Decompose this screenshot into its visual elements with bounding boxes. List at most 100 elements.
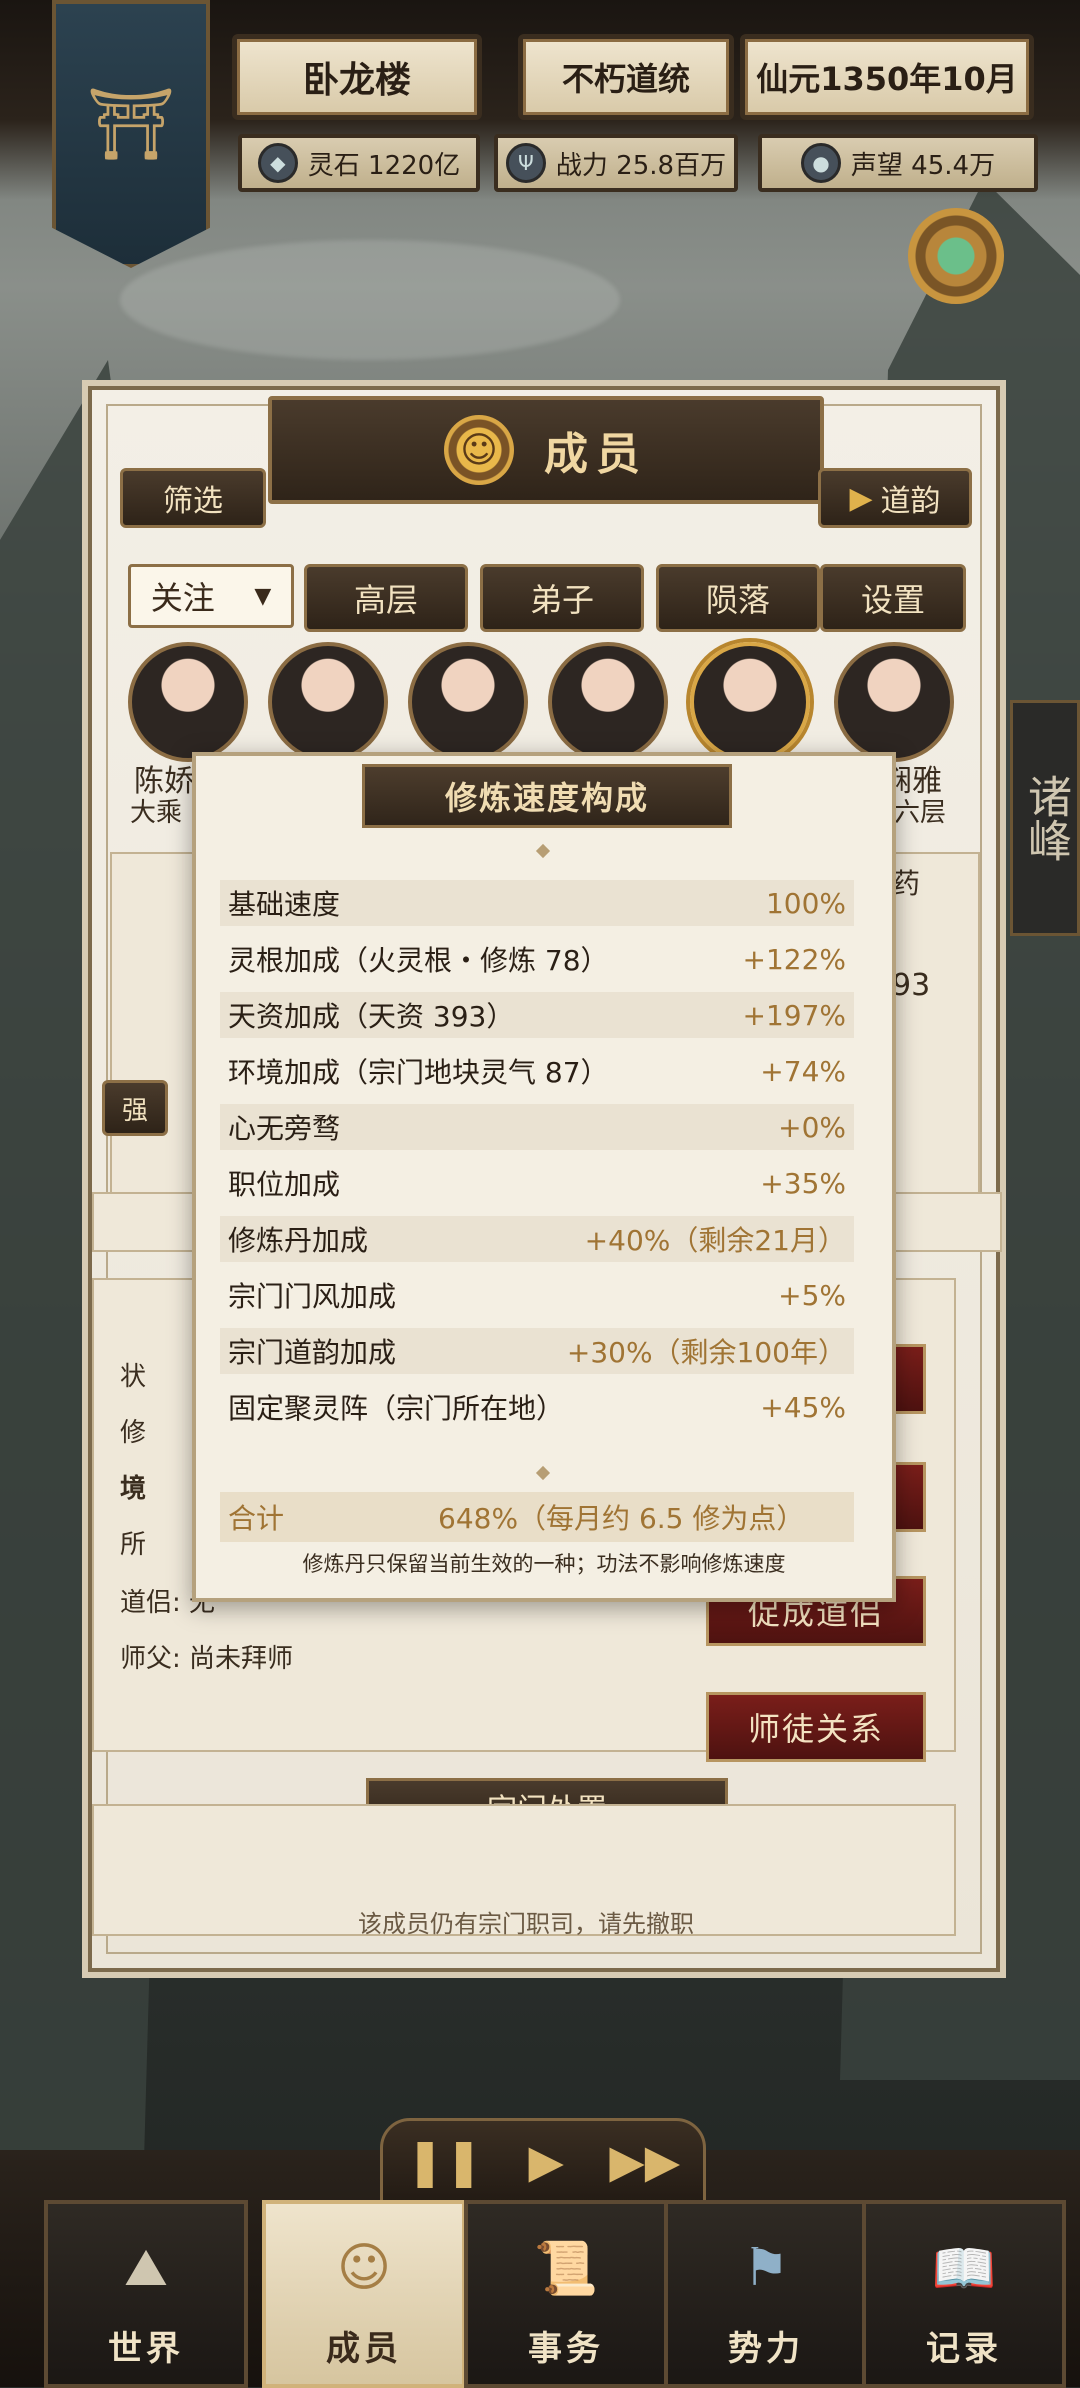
sect-plaque[interactable]: 不朽道统 [518, 34, 734, 120]
nav-label: 世界 [108, 2329, 184, 2369]
speed-row-label: 环境加成（宗门地块灵气 87） [228, 1056, 609, 1089]
speed-row: 天资加成（天资 393） +197% [220, 992, 854, 1038]
flag-icon: ⚑ [742, 2238, 790, 2298]
speed-row-label: 心无旁骛 [228, 1112, 341, 1145]
prestige-value: 声望 45.4万 [850, 150, 996, 181]
tag-fragment: 药 [892, 867, 921, 900]
follow-select[interactable]: 关注 ▼ [128, 564, 294, 628]
speed-row-label: 基础速度 [228, 888, 341, 921]
member-icon: ☺ [336, 2238, 392, 2298]
speed-row-value: +40%（剩余21月） [584, 1224, 846, 1257]
trident-icon: Ψ [505, 143, 546, 183]
panel-header: ☺ 成员 [268, 396, 824, 504]
settings-gear-icon[interactable] [908, 208, 1004, 304]
side-tab-peaks[interactable]: 诸峰 [1010, 700, 1080, 936]
member-portrait-icon: ☺ [444, 415, 514, 485]
nav-label: 事务 [528, 2329, 604, 2369]
disposal-hint: 该成员仍有宗门职司，请先撤职 [358, 1910, 694, 1938]
member-avatar[interactable] [834, 642, 954, 762]
tab-disciples[interactable]: 弟子 [480, 564, 644, 632]
speed-row-label: 宗门道韵加成 [228, 1336, 397, 1369]
speed-row-value: +35% [760, 1166, 846, 1200]
speed-row: 灵根加成（火灵根・修炼 78） +122% [220, 936, 854, 982]
pause-icon[interactable]: ❚❚ [406, 2134, 483, 2188]
tab-settings[interactable]: 设置 [820, 564, 966, 632]
speed-row: 固定聚灵阵（宗门所在地） +45% [220, 1384, 854, 1430]
info-label-status: 状 [120, 1362, 147, 1392]
speed-row-value: 100% [765, 886, 846, 920]
speed-row-value: +0% [778, 1110, 846, 1144]
cauldron-icon: ⛩ [86, 83, 176, 165]
nav-affairs[interactable]: 📜 事务 [464, 2200, 668, 2388]
member-avatar[interactable] [128, 642, 248, 762]
world-icon: ⛰ [124, 2237, 168, 2298]
speed-row: 环境加成（宗门地块灵气 87） +74% [220, 1048, 854, 1094]
nav-label: 势力 [728, 2329, 804, 2369]
speed-row-value: +197% [742, 998, 846, 1032]
speed-total-row: 合计 648%（每月约 6.5 修为点） [220, 1492, 854, 1542]
total-value: 648%（每月约 6.5 修为点） [438, 1502, 805, 1535]
play-icon[interactable]: ▶ [528, 2134, 563, 2188]
info-label-location: 所 [120, 1530, 147, 1560]
info-label-cultivation: 修 [120, 1418, 147, 1448]
nav-label: 成员 [326, 2329, 402, 2369]
popup-title: 修炼速度构成 [362, 764, 732, 828]
sect-banner[interactable]: ⛩ [52, 0, 210, 268]
tab-fallen[interactable]: 陨落 [656, 564, 820, 632]
popup-footnote: 修炼丹只保留当前生效的一种；功法不影响修炼速度 [302, 1552, 786, 1576]
power-stat[interactable]: Ψ 战力 25.8百万 [494, 134, 738, 192]
speed-row: 心无旁骛 +0% [220, 1104, 854, 1150]
member-realm: 六层 [894, 798, 947, 828]
daoyun-button[interactable]: ▶ 道韵 [818, 468, 972, 528]
speed-row-label: 宗门门风加成 [228, 1280, 397, 1313]
playback-controls: ❚❚ ▶ ▶▶ [380, 2118, 706, 2204]
speed-row-value: +122% [742, 942, 846, 976]
spirit-stone-value: 灵石 1220亿 [307, 150, 461, 181]
speed-row: 宗门门风加成 +5% [220, 1272, 854, 1318]
member-avatar-selected[interactable] [690, 642, 810, 762]
spirit-stone-icon: ◆ [257, 143, 298, 183]
spirit-stone-stat[interactable]: ◆ 灵石 1220亿 [238, 134, 480, 192]
speed-row-value: +30%（剩余100年） [566, 1336, 846, 1369]
panel-title: 成员 [544, 429, 648, 480]
info-label-realm: 境 [120, 1474, 147, 1504]
speed-row-value: +74% [760, 1054, 846, 1088]
location-plaque[interactable]: 卧龙楼 [232, 34, 482, 120]
speed-row-label: 天资加成（天资 393） [228, 1000, 515, 1033]
nav-records[interactable]: 📖 记录 [862, 2200, 1066, 2388]
speed-row: 职位加成 +35% [220, 1160, 854, 1206]
master-disciple-button[interactable]: 师徒关系 [706, 1692, 926, 1762]
speed-row-value: +45% [760, 1390, 846, 1424]
master-info: 师父: 尚未拜师 [120, 1644, 294, 1674]
partial-button[interactable]: 强 [102, 1080, 168, 1136]
speed-row: 修炼丹加成 +40%（剩余21月） [220, 1216, 854, 1262]
follow-select-value: 关注 [150, 579, 215, 617]
daoyun-label: 道韵 [880, 484, 941, 519]
divider-ornament [535, 1465, 551, 1481]
fast-forward-icon[interactable]: ▶▶ [609, 2134, 680, 2188]
speed-row: 基础速度 100% [220, 880, 854, 926]
speed-row-label: 灵根加成（火灵根・修炼 78） [228, 944, 609, 977]
divider-ornament [535, 843, 551, 859]
nav-world[interactable]: ⛰ 世界 [44, 2200, 248, 2388]
date-plaque: 仙元1350年10月 [740, 34, 1034, 120]
member-avatar[interactable] [548, 642, 668, 762]
speed-row-label: 修炼丹加成 [228, 1224, 369, 1257]
power-value: 战力 25.8百万 [555, 150, 727, 181]
tab-senior[interactable]: 高层 [304, 564, 468, 632]
nav-members[interactable]: ☺ 成员 [262, 2200, 466, 2388]
number-fragment: 93 [892, 968, 931, 1003]
nav-forces[interactable]: ⚑ 势力 [664, 2200, 868, 2388]
member-avatar[interactable] [268, 642, 388, 762]
book-icon: 📖 [931, 2238, 997, 2299]
filter-button[interactable]: 筛选 [120, 468, 266, 528]
cultivation-speed-popup[interactable]: 修炼速度构成 基础速度 100% 灵根加成（火灵根・修炼 78） +122% 天… [192, 752, 896, 1602]
member-avatar[interactable] [408, 642, 528, 762]
prestige-icon: ● [800, 143, 841, 183]
speed-row-label: 职位加成 [228, 1168, 341, 1201]
prestige-stat[interactable]: ● 声望 45.4万 [758, 134, 1038, 192]
scroll-icon: 📜 [533, 2238, 599, 2299]
dropdown-arrow-icon: ▼ [254, 583, 272, 609]
total-label: 合计 [228, 1502, 285, 1535]
nav-label: 记录 [926, 2329, 1002, 2369]
